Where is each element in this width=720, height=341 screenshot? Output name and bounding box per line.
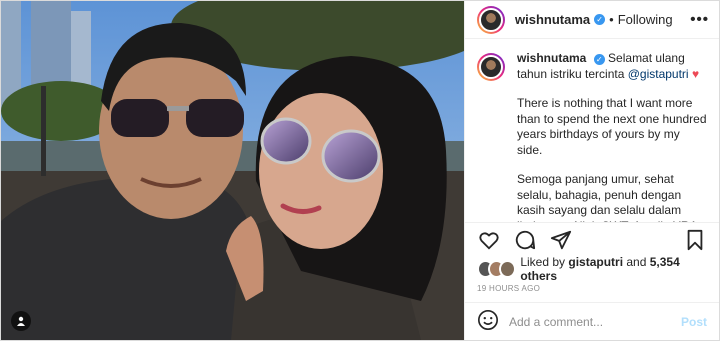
- caption-paragraph-3: Semoga panjang umur, sehat selalu, bahag…: [517, 172, 698, 222]
- like-heart-icon[interactable]: [477, 228, 501, 252]
- more-options-icon[interactable]: •••: [690, 11, 709, 28]
- selfie-image: [1, 1, 464, 340]
- header-username[interactable]: wishnutama: [515, 12, 590, 27]
- heart-emoji-icon: ♥: [691, 66, 700, 81]
- likes-middle: and: [623, 255, 650, 269]
- caption-avatar[interactable]: [477, 53, 505, 81]
- comment-input[interactable]: [509, 314, 681, 329]
- following-button[interactable]: Following: [618, 12, 673, 27]
- instagram-post: wishnutama ✓ • Following ••• wishnutama …: [0, 0, 720, 341]
- bookmark-icon[interactable]: [683, 228, 707, 252]
- post-comment-button[interactable]: Post: [681, 315, 707, 329]
- post-photo[interactable]: [1, 1, 464, 340]
- likes-row: Liked by gistaputri and 5,354 others: [465, 255, 719, 283]
- post-caption: wishnutama ✓ Selamat ulang tahun istriku…: [465, 39, 719, 222]
- likes-text: Liked by gistaputri and 5,354 others: [520, 255, 707, 283]
- post-header: wishnutama ✓ • Following •••: [465, 1, 719, 39]
- post-actions: [465, 222, 719, 256]
- comment-bar: Post: [465, 302, 719, 340]
- post-sidebar: wishnutama ✓ • Following ••• wishnutama …: [464, 1, 719, 340]
- caption-mention[interactable]: @gistaputri: [628, 67, 689, 81]
- likes-user-link[interactable]: gistaputri: [568, 255, 623, 269]
- caption-text: wishnutama ✓ Selamat ulang tahun istriku…: [517, 51, 707, 222]
- caption-paragraph-2: There is nothing that I want more than t…: [517, 96, 707, 157]
- avatar[interactable]: [477, 5, 505, 34]
- post-timestamp[interactable]: 19 HOURS AGO: [465, 280, 719, 302]
- verified-badge-icon: ✓: [594, 14, 606, 25]
- verified-badge-icon: ✓: [593, 54, 605, 66]
- likes-prefix: Liked by: [520, 255, 569, 269]
- caption-username[interactable]: wishnutama: [517, 51, 586, 65]
- comment-icon[interactable]: [513, 228, 537, 252]
- user-tag-icon[interactable]: [11, 311, 31, 331]
- share-icon[interactable]: [549, 228, 573, 252]
- separator: •: [609, 12, 614, 27]
- liker-avatar[interactable]: [499, 260, 517, 278]
- emoji-icon[interactable]: [477, 309, 499, 334]
